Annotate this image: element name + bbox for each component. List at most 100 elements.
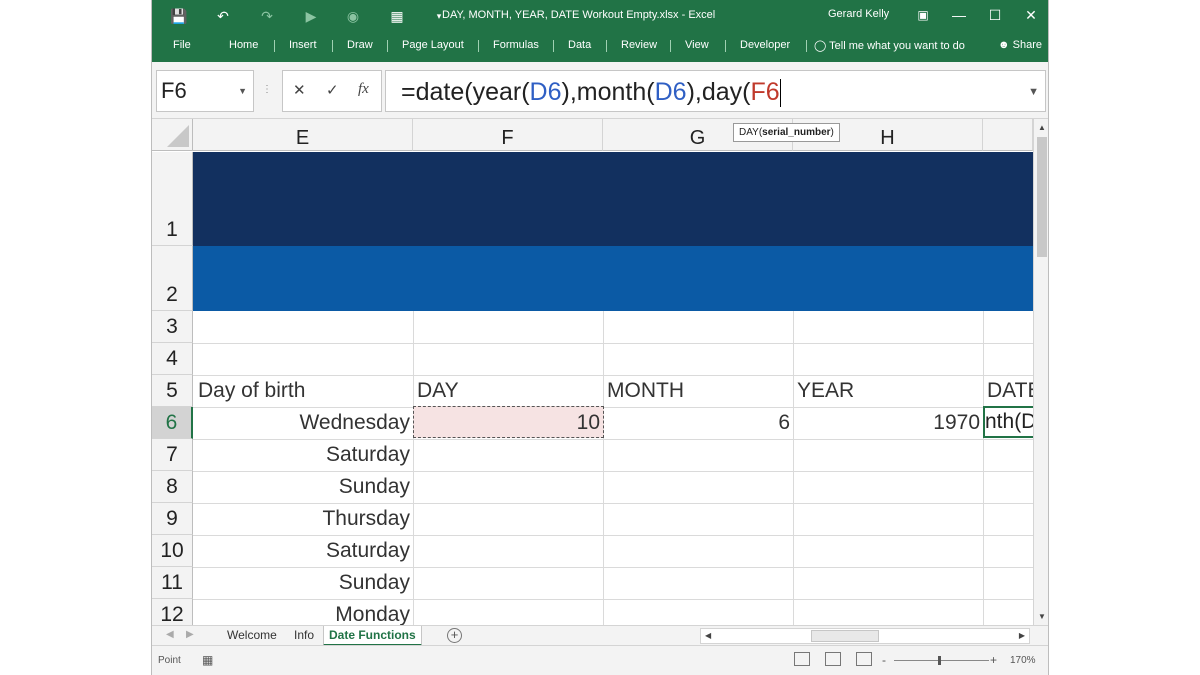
tab-separator [806, 40, 807, 52]
zoom-in-icon[interactable]: + [990, 653, 997, 667]
select-all-corner[interactable] [152, 119, 193, 151]
cancel-icon[interactable]: ✕ [293, 81, 306, 99]
save-icon[interactable]: 💾 [168, 5, 190, 27]
cell-i5[interactable]: DATE [987, 376, 1033, 406]
vertical-scrollbar[interactable]: ▲ ▼ [1033, 119, 1048, 625]
sheet-tab-date-functions[interactable]: Date Functions [323, 626, 422, 646]
normal-view-icon[interactable] [794, 652, 810, 666]
worksheet-grid[interactable]: E F G H DAY(serial_number) 1 2 3 4 5 6 7… [152, 119, 1048, 625]
tab-review[interactable]: Review [621, 39, 657, 51]
sheet-prev-icon[interactable]: ◀ [166, 629, 174, 640]
row-header-9[interactable]: 9 [152, 503, 193, 535]
cell-h5[interactable]: YEAR [797, 376, 977, 406]
row-header-6[interactable]: 6 [152, 407, 193, 439]
scroll-down-icon[interactable]: ▼ [1034, 610, 1048, 624]
header-band-blue [193, 246, 1033, 311]
tooltip-close: ) [830, 127, 834, 138]
gridline [793, 311, 794, 625]
column-header-f[interactable]: F [413, 119, 603, 151]
gridline [193, 343, 1033, 344]
camera-icon[interactable]: ◉ [342, 5, 364, 27]
row-header-11[interactable]: 11 [152, 567, 193, 599]
zoom-level[interactable]: 170% [1010, 655, 1036, 666]
touch-mode-icon[interactable]: ▶ [300, 5, 322, 27]
expand-formula-icon[interactable]: ▼ [1028, 71, 1039, 111]
row-header-2[interactable]: 2 [152, 246, 193, 311]
calculator-icon[interactable]: ▦ [386, 5, 408, 27]
tab-data[interactable]: Data [568, 39, 591, 51]
scroll-thumb[interactable] [1037, 137, 1047, 257]
name-box[interactable]: F6 ▼ [156, 70, 254, 112]
undo-icon[interactable]: ↶ [212, 5, 234, 27]
sheet-tab-info[interactable]: Info [289, 626, 319, 646]
row-header-5[interactable]: 5 [152, 375, 193, 407]
cell-g5[interactable]: MONTH [607, 376, 787, 406]
active-cell-text: nth(D [985, 410, 1037, 433]
add-sheet-icon[interactable]: + [447, 628, 462, 643]
page-break-view-icon[interactable] [856, 652, 872, 666]
formula-buttons: ✕ ✓ fx [282, 70, 382, 112]
redo-icon[interactable]: ↷ [256, 5, 278, 27]
row-header-3[interactable]: 3 [152, 311, 193, 343]
ribbon-display-icon[interactable]: ▣ [908, 4, 938, 26]
tell-me-box[interactable]: ◯ Tell me what you want to do [814, 39, 965, 52]
excel-window: 💾 ↶ ↷ ▶ ◉ ▦ ▾ DAY, MONTH, YEAR, DATE Wor… [151, 0, 1049, 675]
grip-dots-icon[interactable]: ⋮ [262, 84, 272, 95]
active-cell-i6[interactable]: nth(D [983, 406, 1037, 438]
row-header-8[interactable]: 8 [152, 471, 193, 503]
tab-insert[interactable]: Insert [289, 39, 317, 51]
tab-file[interactable]: File [173, 39, 191, 51]
maximize-icon[interactable]: ☐ [980, 4, 1010, 26]
tab-view[interactable]: View [685, 39, 709, 51]
function-tooltip: DAY(serial_number) [733, 123, 840, 142]
horizontal-scrollbar[interactable]: ◀ ▶ [700, 628, 1030, 644]
cell-e12[interactable]: Monday [193, 600, 410, 625]
tab-draw[interactable]: Draw [347, 39, 373, 51]
row-header-10[interactable]: 10 [152, 535, 193, 567]
zoom-slider[interactable] [894, 660, 989, 661]
tooltip-fn: DAY( [739, 127, 763, 138]
cell-f5[interactable]: DAY [417, 376, 597, 406]
chevron-down-icon[interactable]: ▼ [238, 71, 247, 111]
cell-e11[interactable]: Sunday [193, 568, 410, 598]
tab-home[interactable]: Home [229, 39, 258, 51]
row-header-7[interactable]: 7 [152, 439, 193, 471]
enter-icon[interactable]: ✓ [326, 81, 339, 99]
user-name[interactable]: Gerard Kelly [828, 8, 889, 20]
column-header-e[interactable]: E [193, 119, 413, 151]
cell-e10[interactable]: Saturday [193, 536, 410, 566]
cell-g6[interactable]: 6 [603, 408, 790, 438]
sheet-tab-welcome[interactable]: Welcome [222, 626, 282, 646]
cell-h6[interactable]: 1970 [793, 408, 980, 438]
row-header-4[interactable]: 4 [152, 343, 193, 375]
scroll-up-icon[interactable]: ▲ [1034, 121, 1048, 135]
scroll-left-icon[interactable]: ◀ [705, 629, 711, 643]
minimize-icon[interactable]: — [944, 4, 974, 26]
share-button[interactable]: ☻ Share [998, 39, 1042, 51]
cell-e8[interactable]: Sunday [193, 472, 410, 502]
formula-input[interactable]: =date(year(D6),month(D6),day(F6 ▼ [385, 70, 1046, 112]
formula-text: =date(year( [401, 78, 530, 106]
scroll-right-icon[interactable]: ▶ [1019, 629, 1025, 643]
cell-f6[interactable]: 10 [413, 408, 600, 438]
horizontal-scroll-thumb[interactable] [811, 630, 879, 642]
cell-e7[interactable]: Saturday [193, 440, 410, 470]
cell-e9[interactable]: Thursday [193, 504, 410, 534]
column-header-i[interactable] [983, 119, 1033, 151]
sheet-next-icon[interactable]: ▶ [186, 629, 194, 640]
cell-e6[interactable]: Wednesday [193, 408, 410, 438]
zoom-out-icon[interactable]: - [882, 653, 886, 667]
tab-formulas[interactable]: Formulas [493, 39, 539, 51]
insert-function-icon[interactable]: fx [358, 81, 369, 98]
page-layout-view-icon[interactable] [825, 652, 841, 666]
close-icon[interactable]: ✕ [1016, 4, 1046, 26]
cell-e5[interactable]: Day of birth [198, 376, 408, 406]
tab-separator [725, 40, 726, 52]
row-header-12[interactable]: 12 [152, 599, 193, 625]
tab-page-layout[interactable]: Page Layout [402, 39, 464, 51]
macro-record-icon[interactable]: ▦ [202, 653, 213, 667]
formula-ref: F6 [750, 78, 780, 106]
zoom-slider-knob[interactable] [938, 656, 941, 665]
tab-developer[interactable]: Developer [740, 39, 790, 51]
row-header-1[interactable]: 1 [152, 152, 193, 246]
